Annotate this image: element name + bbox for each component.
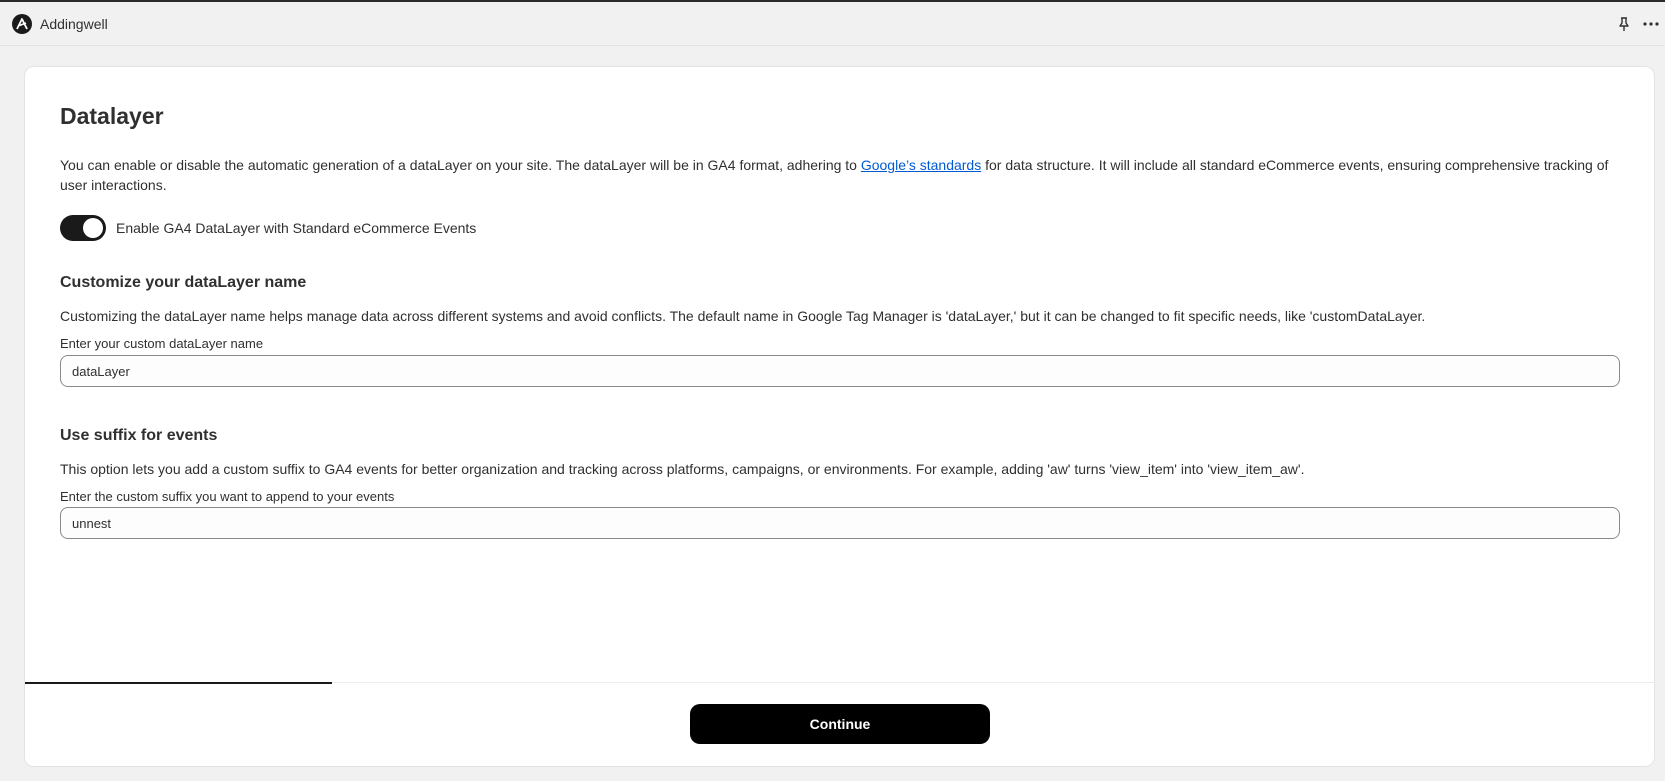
card-footer: Continue (25, 682, 1654, 766)
enable-datalayer-toggle[interactable] (60, 215, 106, 241)
page-title: Datalayer (60, 103, 164, 129)
datalayer-card: Datalayer You can enable or disable the … (24, 66, 1655, 767)
continue-button[interactable]: Continue (690, 704, 990, 744)
datalayer-toggle-row: Enable GA4 DataLayer with Standard eComm… (60, 215, 476, 241)
app-name: Addingwell (40, 16, 108, 32)
more-horizontal-icon[interactable] (1642, 16, 1660, 32)
intro-text-start: You can enable or disable the automatic … (60, 157, 861, 173)
custom-name-title: Customize your dataLayer name (60, 274, 307, 291)
progress-bar-fill (25, 682, 332, 684)
pin-icon[interactable] (1616, 16, 1632, 32)
app-header: Addingwell (0, 2, 1665, 46)
intro-text: You can enable or disable the automatic … (60, 155, 1620, 195)
suffix-title: Use suffix for events (60, 427, 218, 444)
custom-name-field-label: Enter your custom dataLayer name (60, 336, 264, 351)
custom-datalayer-name-input[interactable] (60, 355, 1620, 387)
addingwell-logo-icon (12, 14, 32, 34)
event-suffix-input[interactable] (60, 507, 1620, 539)
suffix-description: This option lets you add a custom suffix… (60, 461, 1305, 477)
toggle-knob (83, 218, 103, 238)
suffix-field-label: Enter the custom suffix you want to appe… (60, 489, 395, 504)
custom-name-description: Customizing the dataLayer name helps man… (60, 308, 1426, 324)
google-standards-link[interactable]: Google’s standards (861, 157, 981, 173)
progress-bar (25, 682, 1654, 684)
toggle-label: Enable GA4 DataLayer with Standard eComm… (116, 220, 477, 236)
